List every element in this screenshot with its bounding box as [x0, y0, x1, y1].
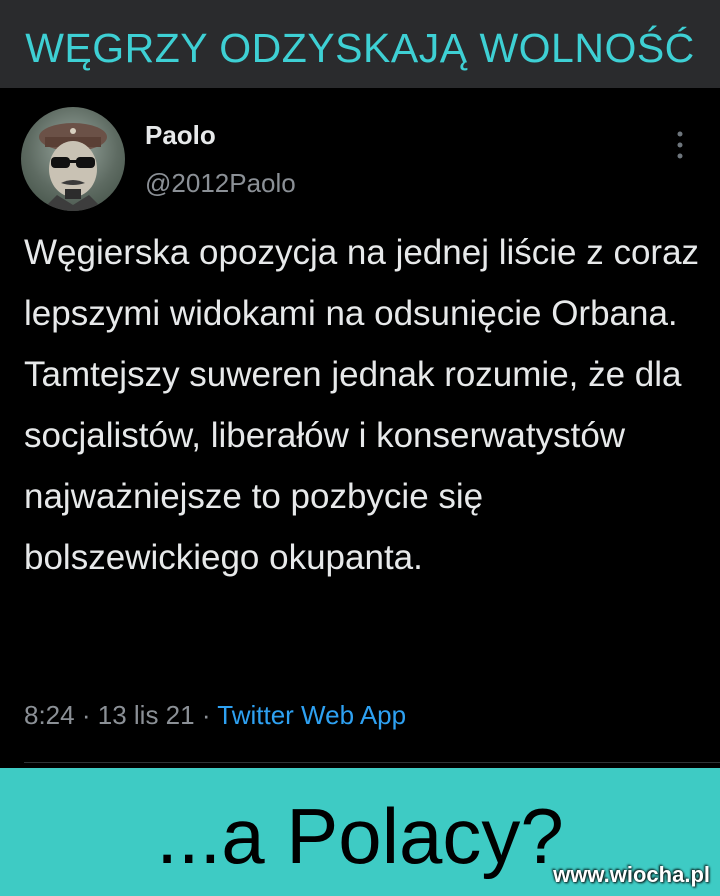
tweet-text: Węgierska opozycja na jednej liście z co… [24, 233, 700, 577]
meme-page: WĘGRZY ODZYSKAJĄ WOLNOŚĆ Paolo @2012Paol… [0, 0, 720, 896]
more-options-icon[interactable] [676, 130, 684, 160]
footer-banner: ...a Polacy? www.wiocha.pl [0, 768, 720, 896]
user-handle[interactable]: @2012Paolo [145, 168, 296, 199]
watermark: www.wiocha.pl [553, 862, 710, 887]
avatar[interactable] [21, 107, 125, 211]
tweet-meta: 8:24 · 13 lis 21 · Twitter Web App [24, 700, 406, 731]
header-title: WĘGRZY ODZYSKAJĄ WOLNOŚĆ [25, 25, 695, 71]
user-display-name[interactable]: Paolo [145, 120, 216, 151]
tweet-source-app[interactable]: Twitter Web App [217, 700, 406, 730]
tweet-date[interactable]: 13 lis 21 [98, 700, 195, 730]
tweet-card[interactable]: Paolo @2012Paolo Węgierska opozycja na j… [0, 88, 720, 768]
tweet-time[interactable]: 8:24 [24, 700, 75, 730]
divider [24, 762, 720, 763]
header-banner: WĘGRZY ODZYSKAJĄ WOLNOŚĆ [0, 0, 720, 88]
meta-separator: · [81, 700, 91, 730]
avatar-image-icon [39, 123, 107, 211]
meta-separator: · [201, 700, 211, 730]
